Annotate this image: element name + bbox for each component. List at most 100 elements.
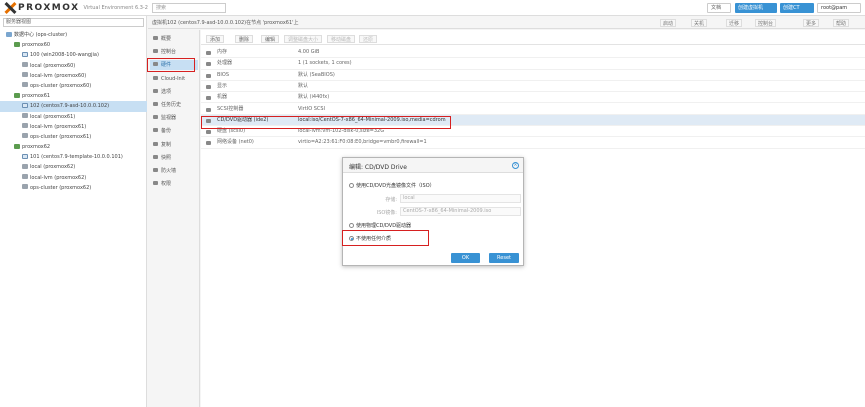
radio-physical-label: 使用物理CD/DVD驱动器 — [356, 223, 412, 229]
hardware-row[interactable]: BIOS 默认 (SeaBIOS) — [201, 70, 865, 81]
ok-button[interactable]: OK — [451, 253, 480, 263]
tree-item-storage[interactable]: ops-cluster (proxmox61) — [0, 132, 147, 142]
storage-icon — [22, 123, 28, 129]
tree-item-storage[interactable]: local-lvm (proxmox62) — [0, 173, 147, 183]
storage-select[interactable]: local — [400, 194, 521, 203]
monitor-icon — [22, 153, 28, 159]
nav-item-monitor[interactable]: 监视器 — [150, 113, 198, 123]
hardware-value: 默认 (SeaBIOS) — [298, 71, 335, 78]
revert-button[interactable]: 还原 — [359, 35, 378, 43]
highlight-no-media-option — [342, 230, 429, 246]
nav-item-label: 快照 — [161, 154, 172, 161]
edit-button[interactable]: 编辑 — [261, 35, 280, 43]
close-icon[interactable]: × — [512, 162, 519, 169]
hardware-row[interactable]: 网络设备 (net0) virtio=A2:23:61:F0:08:E0,brid… — [201, 137, 865, 149]
nav-item-replication[interactable]: 复制 — [150, 140, 198, 150]
remove-button[interactable]: 删除 — [235, 35, 254, 43]
radio-iso-icon[interactable] — [349, 183, 354, 188]
shutdown-button[interactable]: 关机 — [691, 19, 708, 27]
nav-item-snapshots[interactable]: 快照 — [150, 153, 198, 163]
nav-item-options[interactable]: 选项 — [150, 87, 198, 97]
resize-disk-button[interactable]: 调整磁盘大小 — [284, 35, 323, 43]
migrate-button[interactable]: 迁移 — [726, 19, 743, 27]
hardware-key: 网络设备 (net0) — [217, 139, 254, 146]
user-menu-button[interactable]: root@pam — [817, 3, 861, 13]
hardware-row[interactable]: 处理器 1 (1 sockets, 1 cores) — [201, 58, 865, 70]
start-button[interactable]: 启动 — [660, 19, 677, 27]
nav-item-label: Cloud-Init — [161, 75, 186, 82]
tree-item-storage[interactable]: local (proxmox61) — [0, 112, 147, 122]
storage-icon — [22, 174, 28, 180]
hardware-row[interactable]: 显示 默认 — [201, 81, 865, 93]
nav-item-cloud-init[interactable]: Cloud-Init — [150, 74, 198, 84]
create-ct-button[interactable]: 创建CT — [780, 3, 814, 13]
tree-item-node[interactable]: proxmox62 — [0, 142, 147, 152]
hardware-key: BIOS — [217, 71, 230, 78]
tree-item-node[interactable]: proxmox61 — [0, 91, 147, 101]
hardware-row[interactable]: 机器 默认 (i440fx) — [201, 92, 865, 104]
nav-item-label: 复制 — [161, 141, 172, 148]
add-button[interactable]: 添加 — [206, 35, 225, 43]
hardware-value: 默认 — [298, 82, 309, 89]
tree-item-storage[interactable]: ops-cluster (proxmox62) — [0, 183, 147, 193]
logo-version: Virtual Environment 6.3-2 — [83, 5, 148, 11]
tree-item-storage[interactable]: local-lvm (proxmox60) — [0, 71, 147, 81]
create-vm-button[interactable]: 创建虚拟机 — [735, 3, 777, 13]
iso-label: ISO镜像: — [376, 210, 397, 216]
nav-item-firewall[interactable]: 防火墙 — [150, 166, 198, 176]
nav-item-label: 备份 — [161, 128, 172, 135]
scsi-controller-icon — [206, 107, 211, 112]
replication-icon — [153, 141, 158, 146]
console-button[interactable]: 控制台 — [755, 19, 777, 27]
cpu-icon — [206, 62, 211, 67]
tree-item-label: local-lvm (proxmox60) — [30, 72, 87, 79]
search-input[interactable]: 搜索 — [152, 3, 226, 13]
radio-physical-icon[interactable] — [349, 223, 354, 228]
machine-icon — [206, 96, 211, 101]
dialog-title: 编辑: CD/DVD Drive — [349, 164, 407, 171]
tree-item-storage[interactable]: local (proxmox60) — [0, 61, 147, 71]
vm-title: 虚拟机102 (centos7.9-asd-10.0.0.102)在节点 'pr… — [152, 20, 299, 26]
memory-icon — [206, 51, 211, 55]
nav-item-backup[interactable]: 备份 — [150, 126, 198, 136]
monitor-icon — [22, 51, 28, 57]
tree-item-vm[interactable]: 101 (centos7.9-template-10.0.0.101) — [0, 152, 147, 162]
radio-iso-option[interactable]: 使用CD/DVD光盘镜像文件（ISO） — [349, 182, 435, 189]
tree-item-dc[interactable]: 数据中心 (ops-cluster) — [0, 30, 147, 40]
move-disk-button[interactable]: 移动磁盘 — [327, 35, 356, 43]
tree-item-vm[interactable]: 100 (win2008-100-wangjia) — [0, 50, 147, 60]
view-selector[interactable]: 服务器视图 — [3, 18, 144, 27]
nav-item-label: 权限 — [161, 181, 172, 188]
radio-iso-label: 使用CD/DVD光盘镜像文件（ISO） — [356, 183, 435, 189]
tree-item-label: 数据中心 (ops-cluster) — [14, 32, 68, 38]
harddisk-icon — [206, 130, 211, 135]
nav-item-console[interactable]: 控制台 — [150, 47, 198, 57]
hardware-row[interactable]: 内存 4.00 GiB — [201, 47, 865, 59]
reset-button[interactable]: Reset — [489, 253, 519, 263]
nav-item-permissions[interactable]: 权限 — [150, 179, 198, 189]
backup-icon — [153, 128, 158, 133]
nav-item-task-history[interactable]: 任务历史 — [150, 100, 198, 110]
tree-item-label: 102 (centos7.9-asd-10.0.0.102) — [30, 103, 110, 110]
dialog-header: 编辑: CD/DVD Drive × — [343, 158, 523, 173]
radio-physical-option[interactable]: 使用物理CD/DVD驱动器 — [349, 222, 411, 229]
storage-label: 存储: — [385, 197, 397, 203]
tree-item-storage[interactable]: ops-cluster (proxmox60) — [0, 81, 147, 91]
storage-icon — [22, 82, 28, 88]
nav-item-label: 选项 — [161, 88, 172, 95]
hardware-row[interactable]: SCSI控制器 VirtIO SCSI — [201, 104, 865, 115]
iso-select[interactable]: CentOS-7-x86_64-Minimal-2009.iso — [400, 207, 521, 216]
tree-item-vm[interactable]: 102 (centos7.9-asd-10.0.0.102) — [0, 101, 147, 112]
tree-item-node[interactable]: proxmox60 — [0, 40, 147, 50]
nav-item-summary[interactable]: 概要 — [150, 34, 198, 44]
storage-icon — [22, 72, 28, 78]
help-button[interactable]: 帮助 — [833, 19, 850, 27]
console-icon — [153, 49, 158, 54]
documentation-button[interactable]: 文档 — [707, 3, 731, 13]
storage-icon — [22, 163, 28, 169]
logo-text: PROXMOX — [18, 3, 80, 13]
tree-item-storage[interactable]: local-lvm (proxmox61) — [0, 122, 147, 132]
more-button[interactable]: 更多 — [803, 19, 820, 27]
tree-item-storage[interactable]: local (proxmox62) — [0, 162, 147, 172]
tree-item-label: ops-cluster (proxmox60) — [30, 82, 92, 89]
